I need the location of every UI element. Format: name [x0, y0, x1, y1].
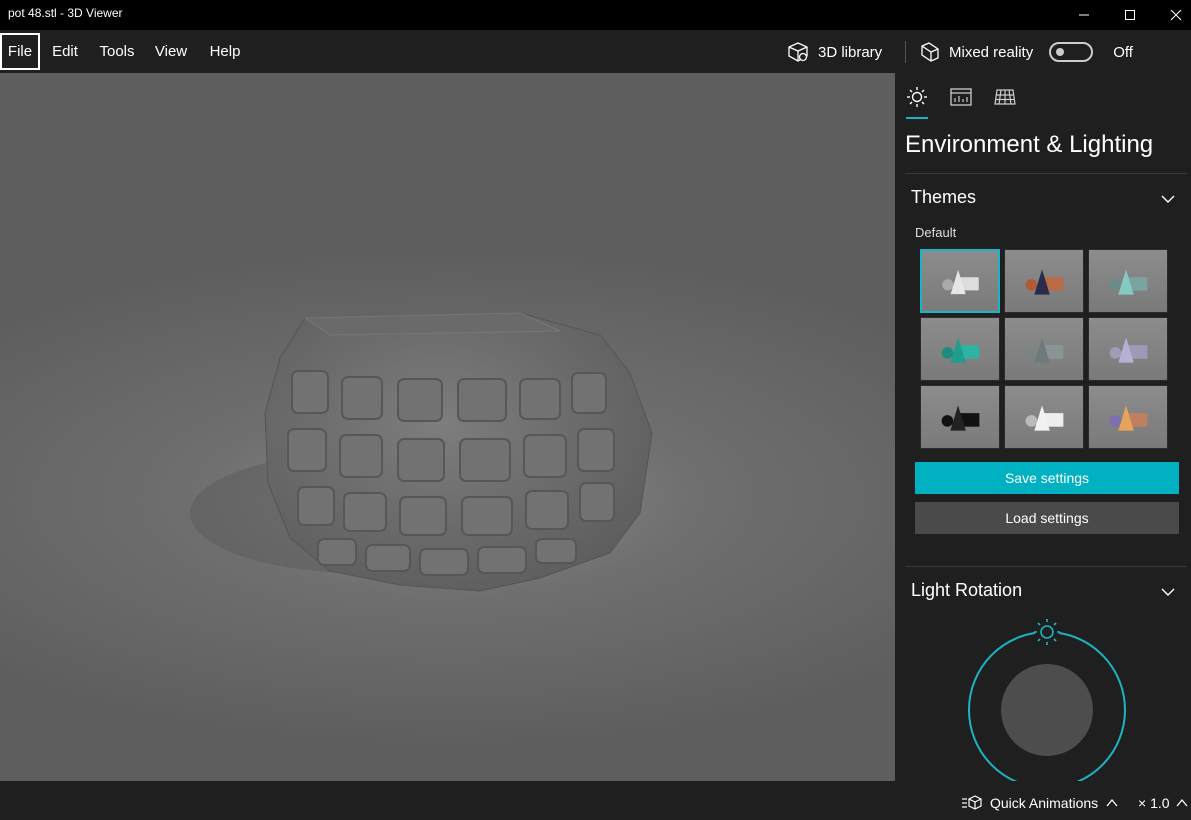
- theme-thumbnail[interactable]: [1088, 385, 1168, 449]
- mixed-reality-control[interactable]: Mixed reality Off: [919, 38, 1133, 66]
- light-rotation-dial[interactable]: [955, 613, 1139, 781]
- themes-heading[interactable]: Themes: [911, 187, 976, 208]
- animation-speed-control[interactable]: × 1.0: [1138, 795, 1188, 811]
- window-title: pot 48.stl - 3D Viewer: [8, 6, 123, 20]
- theme-thumbnail[interactable]: [1088, 249, 1168, 313]
- save-settings-button[interactable]: Save settings: [915, 462, 1179, 494]
- load-settings-button[interactable]: Load settings: [915, 502, 1179, 534]
- environment-panel: Environment & Lighting Themes Default Sa…: [895, 73, 1191, 781]
- mixed-reality-toggle[interactable]: [1049, 42, 1094, 62]
- menu-file[interactable]: File: [0, 33, 40, 70]
- tab-grid[interactable]: [993, 85, 1017, 109]
- 3d-library-label: 3D library: [818, 43, 883, 61]
- theme-thumbnail[interactable]: [920, 249, 1000, 313]
- stats-icon: [950, 88, 972, 106]
- theme-thumbnail[interactable]: [920, 385, 1000, 449]
- close-button[interactable]: [1153, 0, 1191, 30]
- menu-divider: [905, 41, 906, 63]
- divider: [905, 173, 1187, 174]
- chevron-down-icon[interactable]: [1161, 192, 1175, 206]
- theme-thumbnail[interactable]: [920, 317, 1000, 381]
- 3d-library-button[interactable]: 3D library: [786, 38, 882, 66]
- divider: [905, 566, 1187, 567]
- panel-tabs: [895, 73, 1191, 121]
- chevron-up-icon[interactable]: [1106, 798, 1118, 808]
- minimize-button[interactable]: [1061, 0, 1107, 30]
- pot-model[interactable]: [0, 73, 895, 781]
- chevron-up-icon[interactable]: [1176, 798, 1188, 808]
- light-rotation-heading[interactable]: Light Rotation: [911, 580, 1022, 601]
- theme-thumbnail[interactable]: [1004, 385, 1084, 449]
- grid-icon: [994, 89, 1016, 105]
- mixed-reality-label: Mixed reality: [949, 43, 1034, 61]
- menu-edit[interactable]: Edit: [46, 33, 84, 70]
- close-icon: [1170, 9, 1182, 21]
- mixed-reality-icon: [921, 42, 939, 62]
- 3d-viewport[interactable]: [0, 73, 895, 781]
- tab-stats[interactable]: [949, 85, 973, 109]
- maximize-button[interactable]: [1107, 0, 1153, 30]
- menu-help[interactable]: Help: [204, 33, 246, 70]
- maximize-icon: [1125, 10, 1135, 20]
- menu-view[interactable]: View: [150, 33, 192, 70]
- minimize-icon: [1079, 14, 1089, 16]
- themes-grid: [920, 249, 1170, 451]
- quick-animations-label: Quick Animations: [990, 795, 1099, 811]
- mixed-reality-state: Off: [1113, 43, 1133, 61]
- cube-icon: [788, 42, 808, 62]
- theme-thumbnail[interactable]: [1004, 249, 1084, 313]
- menu-bar: File Edit Tools View Help 3D library Mix…: [0, 30, 1191, 73]
- menu-tools[interactable]: Tools: [94, 33, 140, 70]
- status-bar: Quick Animations × 1.0: [0, 781, 1191, 820]
- animation-cube-icon: [962, 795, 982, 810]
- panel-title: Environment & Lighting: [905, 131, 1154, 158]
- animation-speed-label: × 1.0: [1138, 795, 1170, 811]
- theme-thumbnail[interactable]: [1004, 317, 1084, 381]
- tab-underline: [906, 117, 928, 119]
- theme-thumbnail[interactable]: [1088, 317, 1168, 381]
- tab-environment[interactable]: [905, 85, 929, 109]
- sun-icon: [907, 87, 927, 107]
- sun-handle-icon: [1034, 619, 1060, 645]
- quick-animations-button[interactable]: Quick Animations: [962, 795, 1118, 811]
- selected-theme-label: Default: [915, 225, 957, 240]
- chevron-down-icon[interactable]: [1161, 585, 1175, 599]
- title-bar: pot 48.stl - 3D Viewer: [0, 0, 1191, 30]
